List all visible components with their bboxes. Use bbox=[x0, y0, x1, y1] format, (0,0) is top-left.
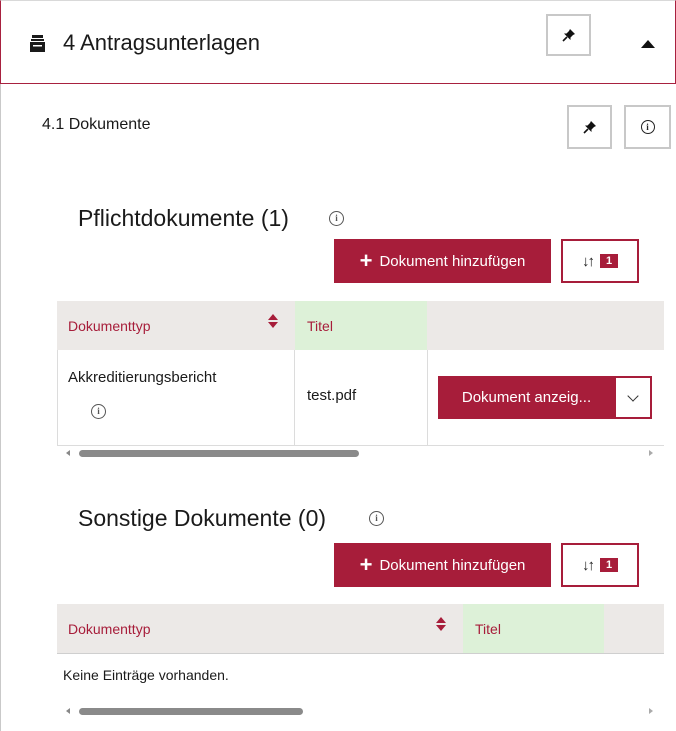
info-icon[interactable]: i bbox=[369, 511, 384, 526]
sort-badge: 1 bbox=[600, 254, 618, 268]
col-titel[interactable]: Titel bbox=[307, 318, 333, 334]
sort-icon: ↓↑ bbox=[582, 252, 595, 270]
add-document-button[interactable]: + Dokument hinzufügen bbox=[334, 239, 551, 283]
sort-updown-icon[interactable] bbox=[268, 314, 278, 328]
cell-dokumenttyp: Akkreditierungsbericht bbox=[68, 369, 217, 386]
col-dokumenttyp[interactable]: Dokumenttyp bbox=[68, 318, 150, 334]
info-icon[interactable]: i bbox=[91, 404, 106, 419]
row-divider bbox=[427, 350, 428, 446]
table-bottom bbox=[57, 445, 664, 446]
sort-button[interactable]: ↓↑ 1 bbox=[561, 543, 639, 587]
action-dropdown-button[interactable] bbox=[614, 376, 652, 419]
scroll-left-icon[interactable] bbox=[66, 708, 70, 714]
sort-updown-icon[interactable] bbox=[436, 617, 446, 631]
col-titel[interactable]: Titel bbox=[475, 621, 501, 637]
add-document-button[interactable]: + Dokument hinzufügen bbox=[334, 543, 551, 587]
pin-subsection-button[interactable] bbox=[567, 105, 612, 149]
pin-section-button[interactable] bbox=[546, 14, 591, 56]
header-divider bbox=[57, 653, 664, 654]
row-divider bbox=[294, 350, 295, 446]
sort-badge: 1 bbox=[600, 558, 618, 572]
pin-icon bbox=[561, 29, 575, 42]
plus-icon: + bbox=[359, 552, 373, 577]
add-document-label: Dokument hinzufügen bbox=[379, 556, 526, 574]
add-document-label: Dokument hinzufügen bbox=[379, 252, 526, 270]
chevron-down-icon bbox=[627, 389, 639, 402]
document-stack-icon bbox=[30, 35, 45, 52]
scroll-right-icon[interactable] bbox=[649, 708, 653, 714]
sort-button[interactable]: ↓↑ 1 bbox=[561, 239, 639, 283]
info-icon: i bbox=[640, 120, 655, 134]
scroll-right-icon[interactable] bbox=[649, 450, 653, 456]
sonstige-title: Sonstige Dokumente (0) bbox=[78, 505, 327, 531]
subsection-title: 4.1 Dokumente bbox=[42, 116, 151, 133]
collapse-caret-icon[interactable] bbox=[641, 40, 655, 48]
show-document-button[interactable]: Dokument anzeig... bbox=[438, 376, 615, 419]
pin-icon bbox=[582, 121, 596, 134]
info-icon[interactable]: i bbox=[329, 211, 344, 226]
pflicht-title: Pflichtdokumente (1) bbox=[78, 205, 289, 231]
empty-message: Keine Einträge vorhanden. bbox=[63, 667, 229, 683]
scrollbar-thumb[interactable] bbox=[79, 708, 303, 715]
row-divider bbox=[57, 350, 58, 446]
plus-icon: + bbox=[359, 248, 373, 273]
section-title: 4 Antragsunterlagen bbox=[63, 30, 260, 55]
sort-icon: ↓↑ bbox=[582, 556, 595, 574]
info-subsection-button[interactable]: i bbox=[624, 105, 671, 149]
cell-titel: test.pdf bbox=[307, 387, 357, 404]
col-dokumenttyp[interactable]: Dokumenttyp bbox=[68, 621, 150, 637]
scrollbar-thumb[interactable] bbox=[79, 450, 359, 457]
scroll-left-icon[interactable] bbox=[66, 450, 70, 456]
